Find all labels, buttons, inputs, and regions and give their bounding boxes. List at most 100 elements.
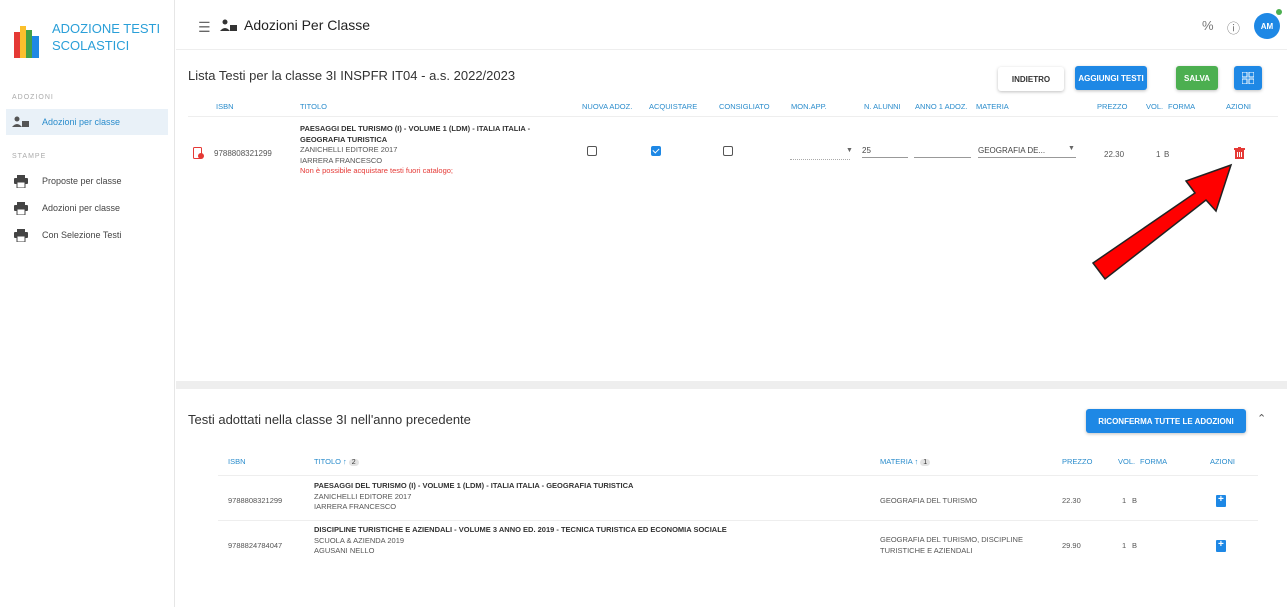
panel-divider xyxy=(176,381,1287,389)
back-button[interactable]: INDIETRO xyxy=(998,67,1064,91)
row-title: PAESAGGI DEL TURISMO (I) - VOLUME 1 (LDM… xyxy=(300,124,531,144)
col-titolo-label: TITOLO xyxy=(314,457,341,466)
sidebar-item-label: Adozioni per classe xyxy=(42,203,121,213)
row-forma: B xyxy=(1132,541,1138,550)
sort-order-badge: 2 xyxy=(348,459,359,466)
sidebar-item-stampa-adozioni-per-classe[interactable]: Adozioni per classe xyxy=(6,195,168,221)
consigliato-checkbox[interactable] xyxy=(723,146,733,156)
section-stampe-label: STAMPE xyxy=(12,153,47,160)
sidebar-item-adozioni-per-classe[interactable]: Adozioni per classe xyxy=(6,109,168,135)
section-adozioni-label: ADOZIONI xyxy=(12,94,54,101)
row-isbn: 9788808321299 xyxy=(214,149,272,158)
n-alunni-input[interactable]: 25 xyxy=(862,146,908,158)
sidebar-item-label: Adozioni per classe xyxy=(42,117,121,127)
col-azioni[interactable]: AZIONI xyxy=(1210,457,1235,466)
mon-app-select[interactable] xyxy=(790,148,850,160)
anno-adoz-input[interactable] xyxy=(914,146,971,158)
col-isbn[interactable]: ISBN xyxy=(228,457,246,466)
add-texts-button[interactable]: AGGIUNGI TESTI xyxy=(1075,66,1147,90)
col-forma[interactable]: FORMA xyxy=(1140,457,1167,466)
col-prezzo[interactable]: PREZZO xyxy=(1062,457,1092,466)
col-nuova-adoz[interactable]: NUOVA ADOZ. xyxy=(582,102,632,111)
row-isbn: 9788808321299 xyxy=(228,496,283,505)
row-prezzo: 29.90 xyxy=(1062,541,1081,550)
row-author: IARRERA FRANCESCO xyxy=(300,155,383,165)
percent-icon[interactable]: % xyxy=(1202,18,1214,33)
grid-view-button[interactable] xyxy=(1234,66,1262,90)
annotation-arrow xyxy=(1091,163,1233,281)
sidebar-item-proposte-per-classe[interactable]: Proposte per classe xyxy=(6,168,168,194)
panel-title: Lista Testi per la classe 3I INSPFR IT04… xyxy=(188,68,516,83)
acquistare-checkbox[interactable] xyxy=(651,146,661,156)
row-isbn: 9788824784047 xyxy=(228,541,283,550)
chevron-up-icon[interactable]: ⌃ xyxy=(1257,412,1266,425)
sort-up-arrow-icon: ↑ xyxy=(914,457,919,466)
col-prezzo[interactable]: PREZZO xyxy=(1097,102,1127,111)
avatar[interactable]: AM xyxy=(1254,13,1280,39)
col-mon-app[interactable]: MON.APP. xyxy=(791,102,827,111)
col-vol[interactable]: VOL. xyxy=(1146,102,1163,111)
sidebar-item-con-selezione-testi[interactable]: Con Selezione Testi xyxy=(6,222,168,248)
row-forma: B xyxy=(1132,496,1138,505)
add-document-icon[interactable] xyxy=(1216,494,1226,507)
row-title: DISCIPLINE TURISTICHE E AZIENDALI - VOLU… xyxy=(314,525,727,534)
materia-select[interactable]: GEOGRAFIA DE... xyxy=(978,146,1076,158)
info-icon[interactable]: ⓘ xyxy=(1227,18,1240,37)
online-status-dot xyxy=(1276,9,1282,15)
col-forma[interactable]: FORMA xyxy=(1168,102,1195,111)
sidebar-item-label: Con Selezione Testi xyxy=(42,230,122,240)
nuova-adoz-checkbox[interactable] xyxy=(587,146,597,156)
header-separator xyxy=(218,475,1258,476)
row-title: PAESAGGI DEL TURISMO (I) - VOLUME 1 (LDM… xyxy=(314,481,634,490)
sidebar-item-label: Proposte per classe xyxy=(42,176,122,186)
col-materia[interactable]: MATERIA xyxy=(976,102,1009,111)
brand[interactable]: ADOZIONE TESTI SCOLASTICI xyxy=(14,20,172,58)
row-publisher: ZANICHELLI EDITORE 2017 xyxy=(300,145,398,154)
previous-year-panel: Testi adottati nella classe 3I nell'anno… xyxy=(178,389,1287,607)
row-warning: Non è possibile acquistare testi fuori c… xyxy=(300,166,454,175)
chevron-down-icon[interactable]: ▼ xyxy=(846,147,853,154)
reconfirm-all-button[interactable]: RICONFERMA TUTTE LE ADOZIONI xyxy=(1086,409,1246,433)
chevron-down-icon[interactable]: ▼ xyxy=(1068,145,1075,152)
printer-icon xyxy=(12,201,30,215)
col-n-alunni[interactable]: N. ALUNNI xyxy=(864,102,901,111)
brand-name: ADOZIONE TESTI SCOLASTICI xyxy=(52,21,161,53)
save-button[interactable]: SALVA xyxy=(1176,66,1218,90)
row-title-block: PAESAGGI DEL TURISMO (I) - VOLUME 1 (LDM… xyxy=(314,481,633,513)
col-materia-label: MATERIA xyxy=(880,457,913,466)
col-materia[interactable]: MATERIA ↑ 1 xyxy=(880,457,931,466)
book-warning-icon xyxy=(193,147,204,159)
col-titolo[interactable]: TITOLO xyxy=(300,102,327,111)
row-title-block: DISCIPLINE TURISTICHE E AZIENDALI - VOLU… xyxy=(314,525,727,557)
printer-icon xyxy=(12,174,30,188)
menu-icon[interactable]: ☰ xyxy=(198,19,211,36)
col-anno-adoz[interactable]: ANNO 1 ADOZ. xyxy=(915,102,968,111)
row-title-block: PAESAGGI DEL TURISMO (I) - VOLUME 1 (LDM… xyxy=(300,124,575,177)
row-prezzo: 22.30 xyxy=(1062,496,1081,505)
col-vol[interactable]: VOL. xyxy=(1118,457,1135,466)
users-book-icon xyxy=(220,19,237,31)
row-author: AGUSANI NELLO xyxy=(314,546,375,555)
col-consigliato[interactable]: CONSIGLIATO xyxy=(719,102,770,111)
row-separator xyxy=(218,520,1258,521)
books-logo-icon xyxy=(14,26,39,58)
add-document-icon[interactable] xyxy=(1216,539,1226,552)
row-materia: GEOGRAFIA DEL TURISMO, DISCIPLINE TURIST… xyxy=(880,535,1023,555)
col-isbn[interactable]: ISBN xyxy=(216,102,234,111)
col-titolo[interactable]: TITOLO ↑ 2 xyxy=(314,457,359,466)
users-book-icon xyxy=(12,115,30,129)
sort-order-badge: 1 xyxy=(920,459,931,466)
row-publisher: SCUOLA & AZIENDA 2019 xyxy=(314,535,405,545)
row-materia: GEOGRAFIA DEL TURISMO xyxy=(880,496,978,505)
row-publisher: ZANICHELLI EDITORE 2017 xyxy=(314,491,412,501)
header-separator xyxy=(188,116,1278,117)
col-azioni[interactable]: AZIONI xyxy=(1226,102,1251,111)
top-bar: ☰ Adozioni Per Classe % ⓘ AM xyxy=(176,0,1287,50)
panel-title: Testi adottati nella classe 3I nell'anno… xyxy=(188,412,471,427)
row-author: IARRERA FRANCESCO xyxy=(314,502,397,511)
col-acquistare[interactable]: ACQUISTARE xyxy=(649,102,697,111)
grid-icon xyxy=(1242,72,1254,84)
page-title-text: Adozioni Per Classe xyxy=(244,17,371,33)
row-vol: 1 xyxy=(1122,496,1127,505)
sidebar: ADOZIONE TESTI SCOLASTICI ADOZIONI Adozi… xyxy=(0,0,175,607)
